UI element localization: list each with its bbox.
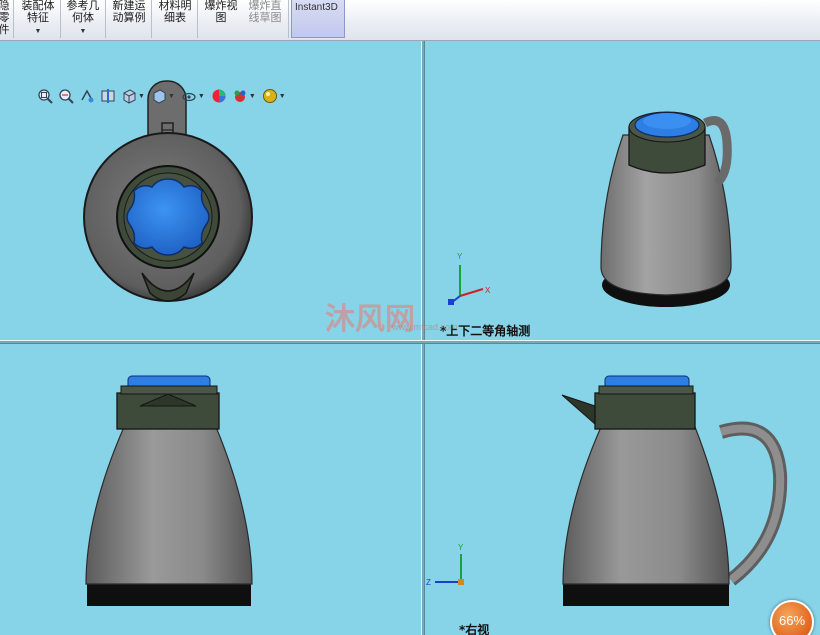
svg-text:Z: Z [426,578,431,587]
kettle-isometric-view: Y X [448,111,732,307]
view-orientation-label: *右视 [459,623,490,635]
ribbon-label: 动算例 [112,12,146,24]
ribbon-label: 爆炸直 [248,0,282,12]
solidworks-window: 隐 零 件 装配体 特征 ▼ 参考几 何体 ▼ 新建运 动算例 材料明 细表 爆… [0,0,820,635]
coordinate-triad-icon: Y X [448,252,491,305]
ribbon-separator [197,0,198,38]
ribbon-label: 装配体 [21,0,55,12]
zoom-to-area-icon[interactable] [57,87,75,105]
ribbon-label: 新建运 [112,0,146,12]
ribbon-label: 零 [0,12,10,24]
bill-of-materials-button[interactable]: 材料明 细表 [154,0,196,36]
ribbon-separator [105,0,106,38]
viewport-right[interactable]: Y Z *右视 [425,344,820,635]
view-orientation-icon[interactable] [120,87,138,105]
dropdown-caret-icon[interactable]: ▼ [168,93,175,100]
ribbon-label: 细表 [164,12,186,24]
ribbon-label: 参考几 [66,0,100,12]
ribbon-separator [288,0,289,38]
instant3d-button[interactable]: Instant3D [291,0,345,38]
ribbon-label: 图 [215,12,227,24]
zoom-to-fit-icon[interactable] [36,87,54,105]
ribbon-label: 爆炸视 [204,0,238,12]
explode-line-sketch-button[interactable]: 爆炸直 线草图 [244,0,286,36]
ribbon-label: 何体 [72,12,94,24]
reference-geometry-button[interactable]: 参考几 何体 ▼ [62,0,104,36]
section-view-icon[interactable] [99,87,117,105]
svg-text:Y: Y [457,252,463,261]
dropdown-caret-icon[interactable]: ▼ [279,93,286,100]
dropdown-caret-icon[interactable]: ▼ [198,93,205,100]
coordinate-triad-icon: Y Z [426,543,464,587]
dropdown-caret-icon[interactable]: ▼ [62,26,104,38]
dropdown-caret-icon[interactable]: ▼ [138,93,145,100]
hide-components-button[interactable]: 隐 零 件 [0,0,10,36]
svg-text:Y: Y [458,543,464,552]
viewport-splitter-vertical[interactable] [421,41,425,635]
viewport-front[interactable] [0,344,421,635]
exploded-view-button[interactable]: 爆炸视 图 [200,0,242,36]
ribbon-label: 材料明 [158,0,192,12]
dropdown-caret-icon[interactable]: ▼ [249,93,256,100]
ribbon-label: 隐 [0,0,10,12]
ribbon-separator [13,0,14,38]
new-motion-study-button[interactable]: 新建运 动算例 [108,0,150,36]
ribbon-label: 件 [0,24,10,36]
hide-show-items-icon[interactable] [180,87,198,105]
viewport-trimetric[interactable]: Y X *上下二等角轴测 [425,41,820,340]
edit-appearance-icon[interactable] [210,87,228,105]
previous-view-icon[interactable] [78,87,96,105]
ribbon-label: 线草图 [248,12,282,24]
view-settings-icon[interactable] [261,87,279,105]
heads-up-view-toolbar: ▼ ▼ ▼ ▼ ▼ [36,86,288,106]
display-style-icon[interactable] [150,87,168,105]
ribbon-label: 特征 [27,12,49,24]
kettle-right-view: Y Z [426,375,788,606]
svg-text:X: X [485,286,491,295]
dropdown-caret-icon[interactable]: ▼ [16,26,60,38]
ribbon-separator [60,0,61,38]
watermark-url: www.mfcad.com [392,322,458,332]
command-manager-ribbon: 隐 零 件 装配体 特征 ▼ 参考几 何体 ▼ 新建运 动算例 材料明 细表 爆… [0,0,820,41]
assembly-features-button[interactable]: 装配体 特征 ▼ [16,0,60,36]
kettle-front-view [85,375,253,606]
apply-scene-icon[interactable] [231,87,249,105]
viewport-splitter-horizontal[interactable] [0,340,820,344]
ribbon-separator [151,0,152,38]
